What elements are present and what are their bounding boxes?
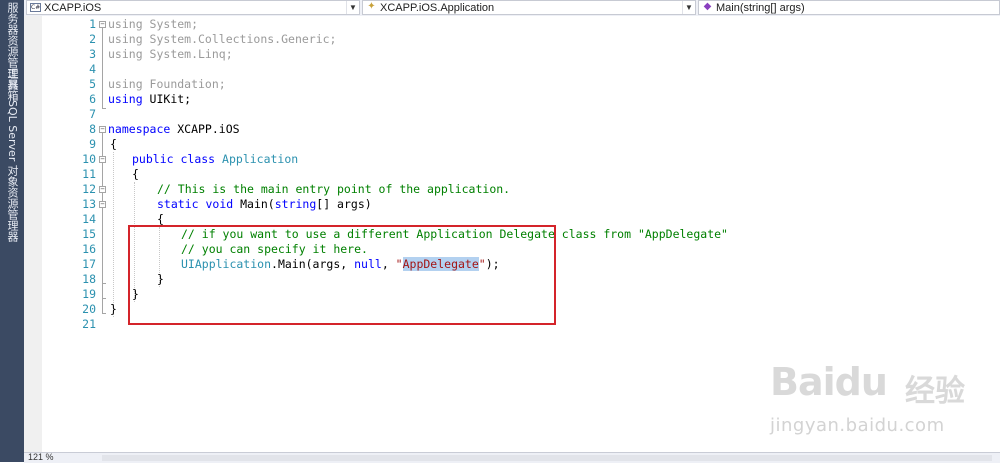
code-line-3: using System.Linq;	[108, 47, 233, 62]
outline-line	[102, 108, 106, 109]
line-number: 6	[89, 92, 96, 106]
line-number: 7	[89, 107, 96, 121]
line-number: 5	[89, 77, 96, 91]
collapse-icon[interactable]: −	[99, 126, 106, 133]
namespace-name: System.Linq;	[142, 47, 233, 61]
member-dropdown[interactable]: ◆ Main(string[] args)	[698, 0, 1000, 15]
line-number: 15	[82, 227, 96, 241]
member-dropdown-value: Main(string[] args)	[716, 2, 805, 14]
line-number: 19	[82, 287, 96, 301]
keyword: using	[108, 32, 143, 46]
keyword: using	[108, 92, 143, 106]
project-dropdown-value: XCAPP.iOS	[44, 2, 102, 14]
keyword: namespace	[108, 122, 171, 136]
keyword: using	[108, 17, 143, 31]
watermark-url: jingyan.baidu.com	[770, 415, 945, 436]
line-number: 3	[89, 47, 96, 61]
keyword: using	[108, 47, 143, 61]
code-line-6: using UIKit;	[108, 92, 191, 107]
sql-server-object-explorer-tab[interactable]: SQL Server 对象资源管理器	[5, 100, 19, 242]
namespace-name: XCAPP.iOS	[170, 122, 240, 136]
navigation-bar: C# XCAPP.iOS ▼ ✦ XCAPP.iOS.Application ▼…	[24, 0, 1000, 17]
editor-status-bar: 121 %	[24, 452, 1000, 463]
keyword: class	[180, 152, 216, 166]
code-line-10: public class Application	[132, 152, 298, 167]
line-number: 1	[89, 17, 96, 31]
outline-line	[102, 298, 106, 299]
keyword: using	[108, 77, 143, 91]
code-line-1: using System;	[108, 17, 198, 32]
collapse-icon[interactable]: −	[99, 156, 106, 163]
line-number: 12	[82, 182, 96, 196]
line-number: 4	[89, 62, 96, 76]
line-number: 20	[82, 302, 96, 316]
method-name: Main(	[233, 197, 275, 211]
line-number: 13	[82, 197, 96, 211]
indent-guide	[113, 152, 114, 317]
code-line-12: // This is the main entry point of the a…	[157, 182, 511, 196]
toolbox-tab[interactable]: 工具箱	[5, 68, 19, 101]
line-number: 11	[82, 167, 96, 181]
line-number: 18	[82, 272, 96, 286]
line-number: 10	[82, 152, 96, 166]
class-dropdown[interactable]: ✦ XCAPP.iOS.Application ▼	[362, 0, 696, 15]
line-number: 16	[82, 242, 96, 256]
watermark-logo: Baidu	[770, 360, 888, 404]
keyword: string	[274, 197, 317, 211]
line-number: 17	[82, 257, 96, 271]
method-icon: ◆	[703, 1, 712, 12]
code-line-13: static void Main(string[] args)	[157, 197, 372, 212]
class-icon: ✦	[367, 1, 376, 12]
line-number: 2	[89, 32, 96, 46]
keyword: public	[132, 152, 174, 166]
zoom-level[interactable]: 121 %	[28, 453, 54, 462]
highlight-annotation-box	[128, 225, 556, 325]
outline-line	[102, 283, 106, 284]
class-dropdown-value: XCAPP.iOS.Application	[380, 2, 495, 14]
namespace-name: System;	[142, 17, 199, 31]
code-line-5: using Foundation;	[108, 77, 226, 92]
parameters: [] args)	[316, 197, 372, 211]
keyword: void	[205, 197, 234, 211]
outline-line	[102, 208, 103, 283]
class-name: Application	[222, 152, 299, 166]
collapse-icon[interactable]: −	[99, 186, 106, 193]
namespace-name: Foundation;	[142, 77, 226, 91]
line-number: 9	[89, 137, 96, 151]
baidu-jingyan-watermark: Baidu 经验 jingyan.baidu.com	[770, 360, 980, 445]
chevron-down-icon[interactable]: ▼	[346, 1, 359, 14]
namespace-name: UIKit;	[142, 92, 192, 106]
side-tool-strip: 服务器资源管理器 工具箱 SQL Server 对象资源管理器	[0, 0, 24, 462]
line-number: 8	[89, 122, 96, 136]
line-number: 21	[82, 317, 96, 331]
line-number: 14	[82, 212, 96, 226]
collapse-icon[interactable]: −	[99, 201, 106, 208]
code-line-8: namespace XCAPP.iOS	[108, 122, 240, 137]
csharp-project-icon: C#	[30, 3, 41, 12]
code-line-2: using System.Collections.Generic;	[108, 32, 337, 47]
keyword: static	[157, 197, 199, 211]
namespace-name: System.Collections.Generic;	[142, 32, 337, 46]
outline-line	[102, 313, 106, 314]
outline-line	[102, 28, 103, 108]
project-dropdown[interactable]: C# XCAPP.iOS ▼	[26, 0, 360, 15]
code-line-20: }	[110, 302, 117, 316]
code-line-11: {	[132, 167, 139, 181]
horizontal-scrollbar[interactable]	[102, 455, 992, 461]
chevron-down-icon[interactable]: ▼	[682, 1, 695, 14]
watermark-cn: 经验	[905, 374, 965, 409]
code-line-9: {	[110, 137, 117, 151]
collapse-icon[interactable]: −	[99, 21, 106, 28]
editor-margin	[24, 16, 42, 452]
